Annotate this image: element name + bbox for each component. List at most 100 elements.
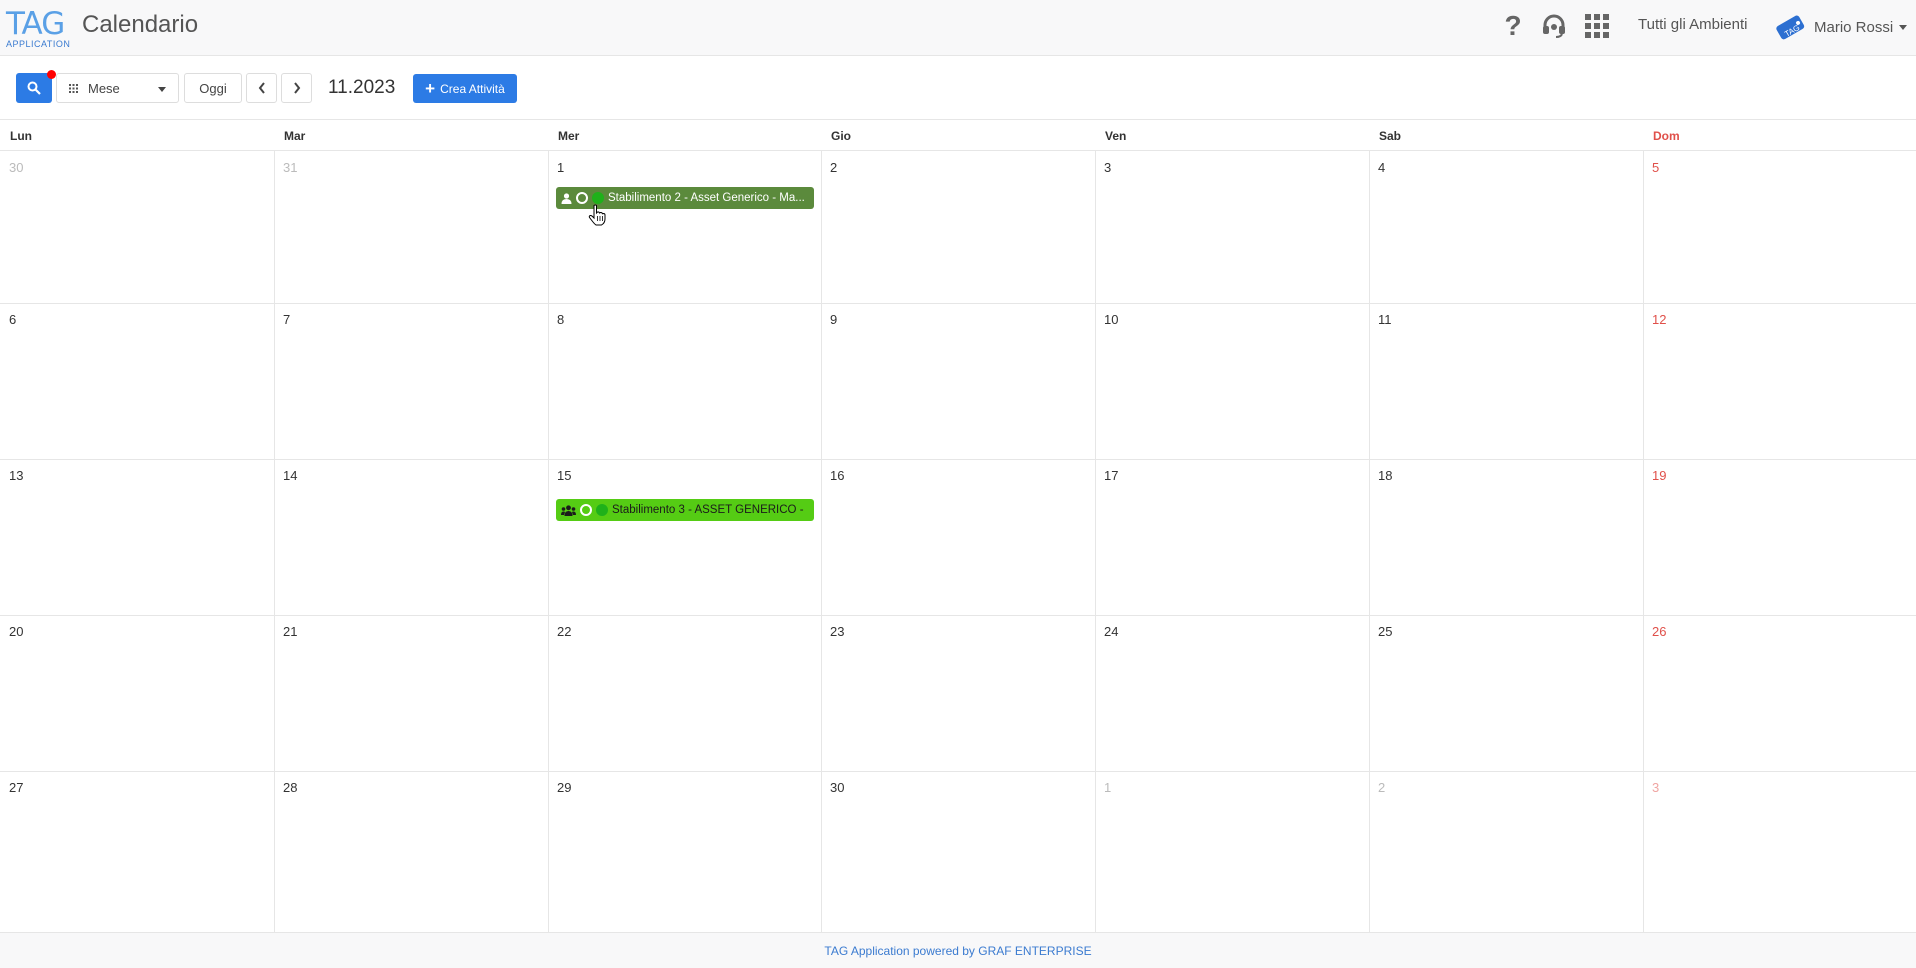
day-cell[interactable]	[0, 771, 274, 932]
day-number: 14	[283, 468, 298, 483]
day-cell[interactable]	[1095, 151, 1369, 303]
day-number: 12	[1652, 312, 1667, 327]
day-number: 16	[830, 468, 845, 483]
footer: TAG Application powered by GRAF ENTERPRI…	[0, 932, 1916, 968]
status-dot-icon	[596, 504, 608, 516]
day-number: 29	[557, 780, 572, 795]
day-cell[interactable]	[548, 771, 821, 932]
status-circle-icon	[580, 504, 592, 516]
day-cell[interactable]	[1369, 151, 1643, 303]
day-number: 26	[1652, 624, 1667, 639]
environments-link[interactable]: Tutti gli Ambienti	[1638, 16, 1748, 33]
view-select[interactable]: Mese	[56, 73, 179, 103]
day-cell[interactable]	[1095, 615, 1369, 771]
calendar-event[interactable]: Stabilimento 3 - ASSET GENERICO -	[556, 499, 814, 521]
day-cell[interactable]	[821, 151, 1095, 303]
status-circle-icon	[576, 192, 588, 204]
day-cell[interactable]	[0, 151, 274, 303]
chevron-down-icon	[158, 87, 166, 92]
day-number: 3	[1104, 160, 1112, 175]
day-number: 2	[1378, 780, 1386, 795]
day-cell[interactable]	[0, 303, 274, 459]
status-dot-icon	[592, 192, 604, 204]
user-menu[interactable]: TAG Mario Rossi	[1774, 12, 1908, 42]
app-logo[interactable]: TAG APPLICATION	[6, 6, 71, 50]
day-number: 24	[1104, 624, 1119, 639]
day-number: 23	[830, 624, 845, 639]
day-number: 28	[283, 780, 298, 795]
day-number: 2	[830, 160, 838, 175]
weekday-label: Sab	[1379, 129, 1402, 143]
users-icon	[561, 504, 576, 516]
day-cell[interactable]	[274, 459, 548, 615]
search-icon	[27, 81, 41, 95]
search-button[interactable]	[16, 73, 52, 103]
day-number: 6	[9, 312, 17, 327]
next-button[interactable]	[281, 73, 312, 103]
day-number: 10	[1104, 312, 1119, 327]
day-cell[interactable]	[1369, 615, 1643, 771]
top-bar: TAG APPLICATION Calendario ? Tutti gli A…	[0, 0, 1916, 56]
day-cell[interactable]	[821, 615, 1095, 771]
view-select-value: Mese	[88, 80, 120, 96]
logo-subtext: APPLICATION	[6, 39, 71, 49]
day-number: 20	[9, 624, 24, 639]
day-cell[interactable]	[1643, 615, 1916, 771]
day-number: 1	[557, 160, 565, 175]
day-cell[interactable]	[1095, 771, 1369, 932]
notification-dot	[47, 70, 56, 79]
day-number: 21	[283, 624, 298, 639]
day-cell[interactable]	[1095, 459, 1369, 615]
day-cell[interactable]	[274, 771, 548, 932]
weekday-label: Mer	[558, 129, 580, 143]
day-cell[interactable]	[274, 303, 548, 459]
day-number: 17	[1104, 468, 1119, 483]
previous-button[interactable]	[246, 73, 277, 103]
day-number: 5	[1652, 160, 1660, 175]
day-cell[interactable]	[548, 303, 821, 459]
day-cell[interactable]	[1369, 459, 1643, 615]
day-number: 18	[1378, 468, 1393, 483]
today-button[interactable]: Oggi	[184, 73, 242, 103]
weekday-label: Lun	[10, 129, 32, 143]
day-cell[interactable]	[821, 771, 1095, 932]
day-cell[interactable]	[0, 615, 274, 771]
page-title: Calendario	[82, 11, 199, 38]
day-cell[interactable]	[1643, 303, 1916, 459]
headset-icon[interactable]	[1541, 12, 1567, 40]
day-cell[interactable]	[1643, 771, 1916, 932]
day-cell[interactable]	[548, 151, 821, 303]
logo-text: TAG	[6, 6, 65, 42]
weekday-label: Gio	[831, 129, 851, 143]
day-cell[interactable]	[548, 459, 821, 615]
day-number: 13	[9, 468, 24, 483]
day-cell[interactable]	[1643, 459, 1916, 615]
day-cell[interactable]	[1643, 151, 1916, 303]
day-cell[interactable]	[1369, 303, 1643, 459]
help-icon[interactable]: ?	[1500, 10, 1526, 41]
day-number: 30	[830, 780, 845, 795]
day-number: 7	[283, 312, 291, 327]
month-calendar: Lun Mar Mer Gio Ven Sab Dom 30 31 1 2 3 4 5 6 7 8 9 10 11 1…	[0, 120, 1916, 932]
hand-cursor-icon	[588, 204, 606, 226]
day-cell[interactable]	[1369, 771, 1643, 932]
day-number: 4	[1378, 160, 1386, 175]
chevron-down-icon	[1899, 24, 1908, 30]
day-cell[interactable]	[274, 151, 548, 303]
footer-text[interactable]: TAG Application powered by GRAF ENTERPRI…	[824, 944, 1091, 958]
user-name: Mario Rossi	[1814, 18, 1894, 36]
create-activity-button[interactable]: + Crea Attività	[413, 74, 517, 103]
plus-icon: +	[425, 78, 436, 98]
day-number: 15	[557, 468, 572, 483]
day-cell[interactable]	[821, 303, 1095, 459]
day-cell[interactable]	[0, 459, 274, 615]
user-avatar-icon: TAG	[1776, 15, 1805, 40]
day-number: 27	[9, 780, 24, 795]
day-cell[interactable]	[548, 615, 821, 771]
day-number: 1	[1104, 780, 1112, 795]
day-cell[interactable]	[274, 615, 548, 771]
day-number: 25	[1378, 624, 1393, 639]
apps-grid-icon[interactable]	[1584, 12, 1610, 40]
day-cell[interactable]	[821, 459, 1095, 615]
day-cell[interactable]	[1095, 303, 1369, 459]
